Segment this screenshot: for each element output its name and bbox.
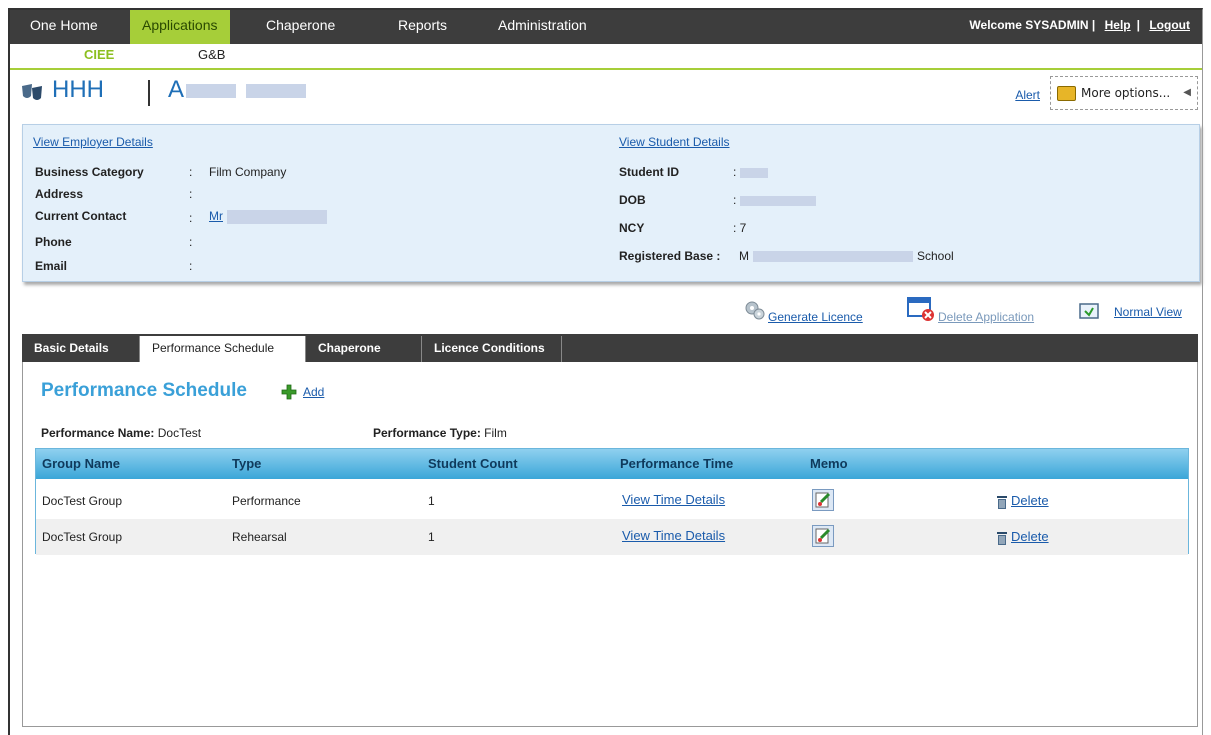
welcome-text: Welcome: [969, 18, 1022, 32]
trash-icon: [997, 531, 1007, 545]
title-bar: HHH A Alert More options... ◀: [10, 70, 1202, 120]
chevron-left-icon: ◀: [1183, 87, 1191, 98]
tab-content: Performance Schedule Add Performance Nam…: [22, 362, 1198, 727]
nav-chaperone[interactable]: Chaperone: [254, 10, 347, 44]
nav-administration[interactable]: Administration: [486, 10, 599, 44]
logout-link[interactable]: Logout: [1149, 18, 1190, 32]
label-registered-base: Registered Base :: [619, 249, 721, 263]
label-dob: DOB: [619, 193, 646, 207]
grid-header: Group Name Type Student Count Performanc…: [36, 449, 1188, 479]
tab-bar: Basic Details Performance Schedule Chape…: [22, 334, 1198, 362]
normal-view-link[interactable]: Normal View: [1114, 305, 1182, 319]
delete-link[interactable]: Delete: [996, 529, 1049, 545]
memo-edit-icon[interactable]: [812, 525, 834, 547]
contact-link[interactable]: Mr: [209, 209, 327, 224]
dob-value: :: [733, 193, 816, 207]
delete-application-link[interactable]: Delete Application: [938, 310, 1034, 324]
student-name: A: [168, 76, 307, 104]
label-current-contact: Current Contact: [35, 209, 127, 223]
label-business-category: Business Category: [35, 165, 144, 179]
redacted-text: [186, 83, 237, 98]
plus-icon[interactable]: [281, 384, 297, 400]
performance-type: Performance Type: Film: [373, 426, 507, 440]
cell-group: DocTest Group: [42, 530, 123, 544]
alert-link[interactable]: Alert: [1015, 88, 1040, 102]
details-panel: View Employer Details Business Category …: [22, 124, 1200, 282]
nav-reports[interactable]: Reports: [386, 10, 459, 44]
memo-edit-icon[interactable]: [812, 489, 834, 511]
column-memo: Memo: [810, 456, 848, 471]
column-type: Type: [232, 456, 262, 471]
label-student-id: Student ID: [619, 165, 679, 179]
column-group-name: Group Name: [42, 456, 121, 471]
tab-licence-conditions[interactable]: Licence Conditions: [422, 336, 562, 362]
page-title: HHH: [52, 76, 104, 103]
subnav-gb[interactable]: G&B: [198, 44, 225, 66]
tab-basic-details[interactable]: Basic Details: [22, 336, 140, 362]
cell-type: Rehearsal: [232, 530, 287, 544]
trash-icon: [997, 495, 1007, 509]
masks-icon: [22, 84, 42, 100]
more-options-button[interactable]: More options... ◀: [1050, 76, 1198, 110]
redacted-text: [739, 167, 768, 178]
label-email: Email: [35, 259, 68, 273]
username: SYSADMIN: [1025, 18, 1089, 32]
label-ncy: NCY: [619, 221, 645, 235]
cell-count: 1: [428, 494, 435, 508]
schedule-grid: Group Name Type Student Count Performanc…: [35, 448, 1189, 555]
table-row: DocTest Group Performance 1 View Time De…: [36, 483, 1188, 519]
ncy-value: : 7: [733, 221, 747, 235]
cell-type: Performance: [232, 494, 301, 508]
column-performance-time: Performance Time: [620, 456, 734, 471]
tab-chaperone[interactable]: Chaperone: [306, 336, 422, 362]
user-area: Welcome SYSADMIN | Help | Logout: [969, 18, 1190, 32]
schedule-title: Performance Schedule: [41, 380, 247, 401]
delete-link[interactable]: Delete: [996, 493, 1049, 509]
help-link[interactable]: Help: [1105, 18, 1131, 32]
cell-count: 1: [428, 530, 435, 544]
monitor-icon: [1079, 303, 1099, 319]
redacted-text: [246, 83, 307, 98]
subnav-ciee[interactable]: CIEE: [84, 44, 114, 66]
delete-application-icon: [907, 297, 934, 321]
view-employer-details-link[interactable]: View Employer Details: [33, 135, 153, 149]
column-student-count: Student Count: [428, 456, 518, 471]
gears-icon: [745, 301, 765, 320]
top-navigation: One Home Applications Chaperone Reports …: [10, 10, 1202, 44]
cell-group: DocTest Group: [42, 494, 123, 508]
view-student-details-link[interactable]: View Student Details: [619, 135, 730, 149]
view-time-details-link[interactable]: View Time Details: [622, 528, 725, 543]
student-id-value: :: [733, 165, 768, 179]
add-link[interactable]: Add: [303, 385, 324, 399]
tab-performance-schedule[interactable]: Performance Schedule: [140, 336, 306, 362]
nav-one-home[interactable]: One Home: [18, 10, 110, 44]
redacted-text: [739, 195, 816, 206]
redacted-text: [227, 209, 327, 224]
performance-name: Performance Name: DocTest: [41, 426, 202, 440]
registered-base-value: M School: [739, 249, 954, 263]
business-category-value: Film Company: [209, 165, 287, 179]
table-row: DocTest Group Rehearsal 1 View Time Deta…: [36, 519, 1188, 555]
briefcase-icon: [1057, 86, 1076, 101]
title-separator: [148, 80, 150, 106]
nav-applications[interactable]: Applications: [130, 10, 230, 44]
view-time-details-link[interactable]: View Time Details: [622, 492, 725, 507]
generate-licence-link[interactable]: Generate Licence: [768, 310, 863, 324]
label-phone: Phone: [35, 235, 72, 249]
redacted-text: [753, 251, 913, 263]
sub-navigation: CIEE G&B: [10, 44, 1202, 70]
label-address: Address: [35, 187, 84, 201]
